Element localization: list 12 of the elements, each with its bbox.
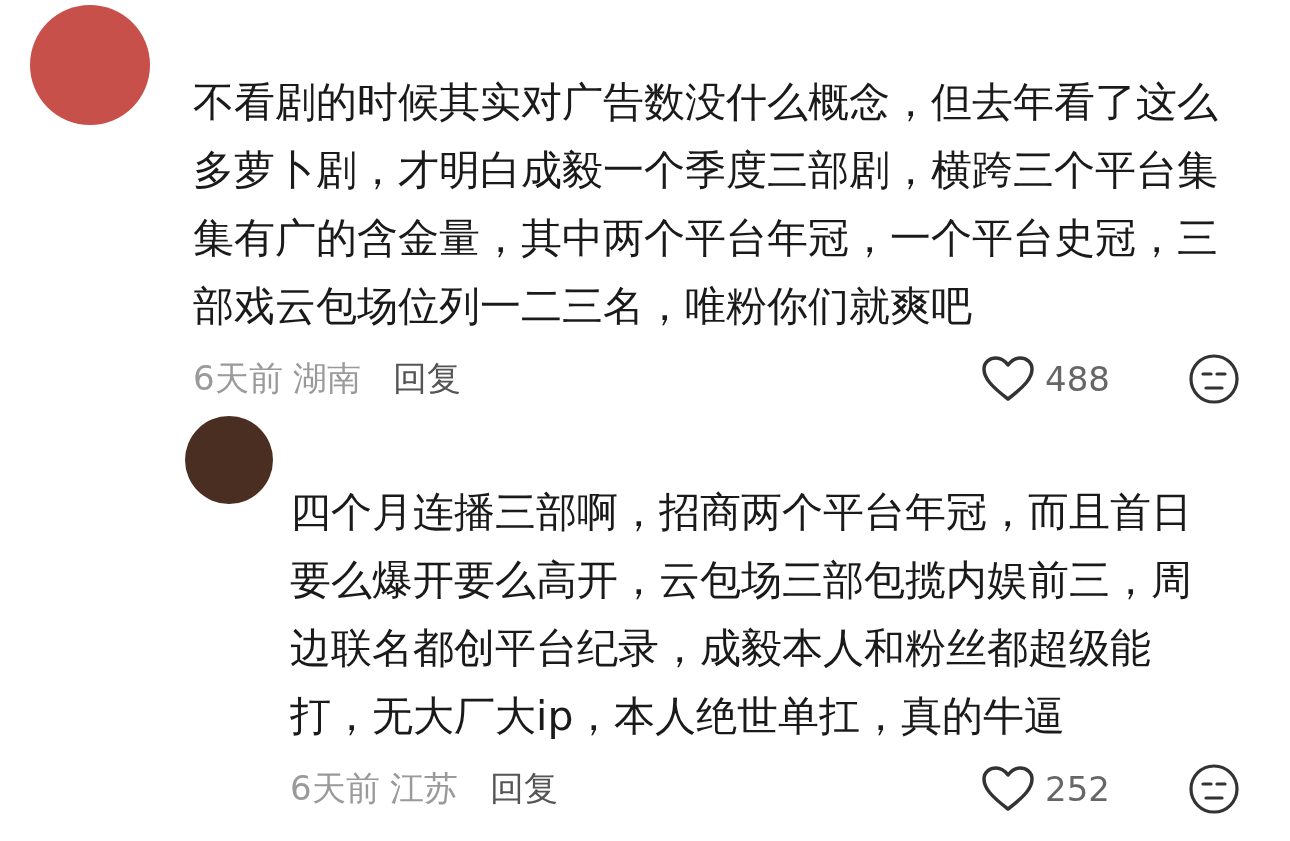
heart-icon[interactable] bbox=[981, 356, 1036, 402]
comment-text: 不看剧的时候其实对广告数没什么概念，但去年看了这么多萝卜剧，才明白成毅一个季度三部剧，横跨三个平台集集有广的含金量，其中两个平台年冠，一个平台史冠，三部戏云包场位列一二三名，唯粉你们就爽吧 bbox=[193, 77, 1218, 332]
face-icon[interactable] bbox=[1188, 763, 1240, 815]
timestamp-location: 6天前 湖南 bbox=[193, 357, 362, 400]
timestamp-location: 6天前 江苏 bbox=[290, 767, 459, 810]
reply-link[interactable]: 回复 bbox=[490, 766, 559, 812]
heart-icon[interactable] bbox=[981, 766, 1036, 812]
like-count: 488 bbox=[1045, 359, 1110, 399]
reply-link[interactable]: 回复 bbox=[393, 356, 462, 402]
face-icon[interactable] bbox=[1188, 353, 1240, 405]
comment-text: 四个月连播三部啊，招商两个平台年冠，而且首日要么爆开要么高开，云包场三部包揽内娱前三，周边联名都创平台纪录，成毅本人和粉丝都超级能打，无大厂大ip，本人绝世单扛，真的牛逼 bbox=[290, 487, 1192, 742]
like-count: 252 bbox=[1045, 769, 1110, 809]
